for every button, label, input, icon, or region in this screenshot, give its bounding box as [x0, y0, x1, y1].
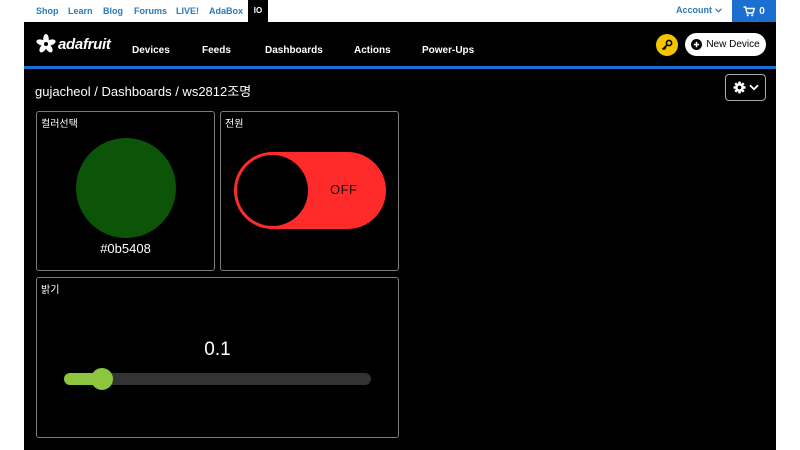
app-frame: Shop Learn Blog Forums LIVE! AdaBox IO A…	[24, 0, 776, 450]
brightness-slider-block: 밝기 0.1	[36, 277, 399, 438]
account-menu[interactable]: Account	[676, 5, 722, 15]
toggle-state-label: OFF	[330, 182, 358, 197]
nav-divider	[24, 66, 776, 69]
blog-link[interactable]: Blog	[103, 5, 123, 17]
nav-power-ups[interactable]: Power-Ups	[422, 45, 474, 56]
adabox-link[interactable]: AdaBox	[209, 5, 243, 17]
nav-dashboards[interactable]: Dashboards	[265, 45, 323, 56]
color-swatch[interactable]	[76, 138, 176, 238]
plus-circle-icon	[691, 39, 703, 50]
color-picker-block: 컬러선택 #0b5408	[36, 111, 215, 271]
main-nav: adafruit Devices Feeds Dashboards Action…	[24, 22, 776, 66]
block-title: 컬러선택	[41, 119, 78, 130]
new-device-button[interactable]: New Device	[685, 33, 766, 56]
nav-actions[interactable]: Actions	[354, 45, 391, 56]
power-toggle-block: 전원 OFF	[220, 111, 399, 271]
io-tab[interactable]: IO	[248, 0, 268, 22]
gear-icon	[732, 81, 746, 94]
shop-link[interactable]: Shop	[36, 5, 59, 17]
forums-link[interactable]: Forums	[134, 5, 167, 17]
live-link[interactable]: LIVE!	[176, 5, 199, 17]
account-label: Account	[676, 5, 712, 15]
new-device-label: New Device	[706, 39, 760, 50]
slider-value: 0.1	[204, 339, 231, 360]
flower-logo-icon	[36, 34, 56, 53]
dashboard-settings-button[interactable]	[725, 74, 766, 101]
key-icon	[661, 39, 673, 51]
chevron-down-icon	[748, 84, 759, 91]
breadcrumb: gujacheol / Dashboards / ws2812조명	[35, 84, 252, 99]
cart-icon	[743, 5, 756, 16]
api-key-button[interactable]	[656, 34, 678, 56]
adafruit-logo[interactable]: adafruit	[36, 34, 111, 54]
toggle-knob	[237, 155, 308, 226]
cart-button[interactable]: 0	[732, 0, 776, 22]
block-title: 밝기	[41, 285, 60, 296]
power-toggle[interactable]: OFF	[234, 152, 386, 229]
color-hex-value: #0b5408	[100, 241, 151, 256]
nav-devices[interactable]: Devices	[132, 45, 170, 56]
cart-count: 0	[759, 5, 765, 17]
chevron-down-icon	[714, 8, 722, 13]
block-title: 전원	[225, 119, 244, 130]
brightness-slider[interactable]	[64, 368, 371, 390]
nav-feeds[interactable]: Feeds	[202, 45, 231, 56]
learn-link[interactable]: Learn	[68, 5, 93, 17]
utility-bar: Shop Learn Blog Forums LIVE! AdaBox IO A…	[24, 0, 776, 22]
slider-thumb[interactable]	[91, 368, 114, 390]
brand-name: adafruit	[58, 35, 111, 53]
